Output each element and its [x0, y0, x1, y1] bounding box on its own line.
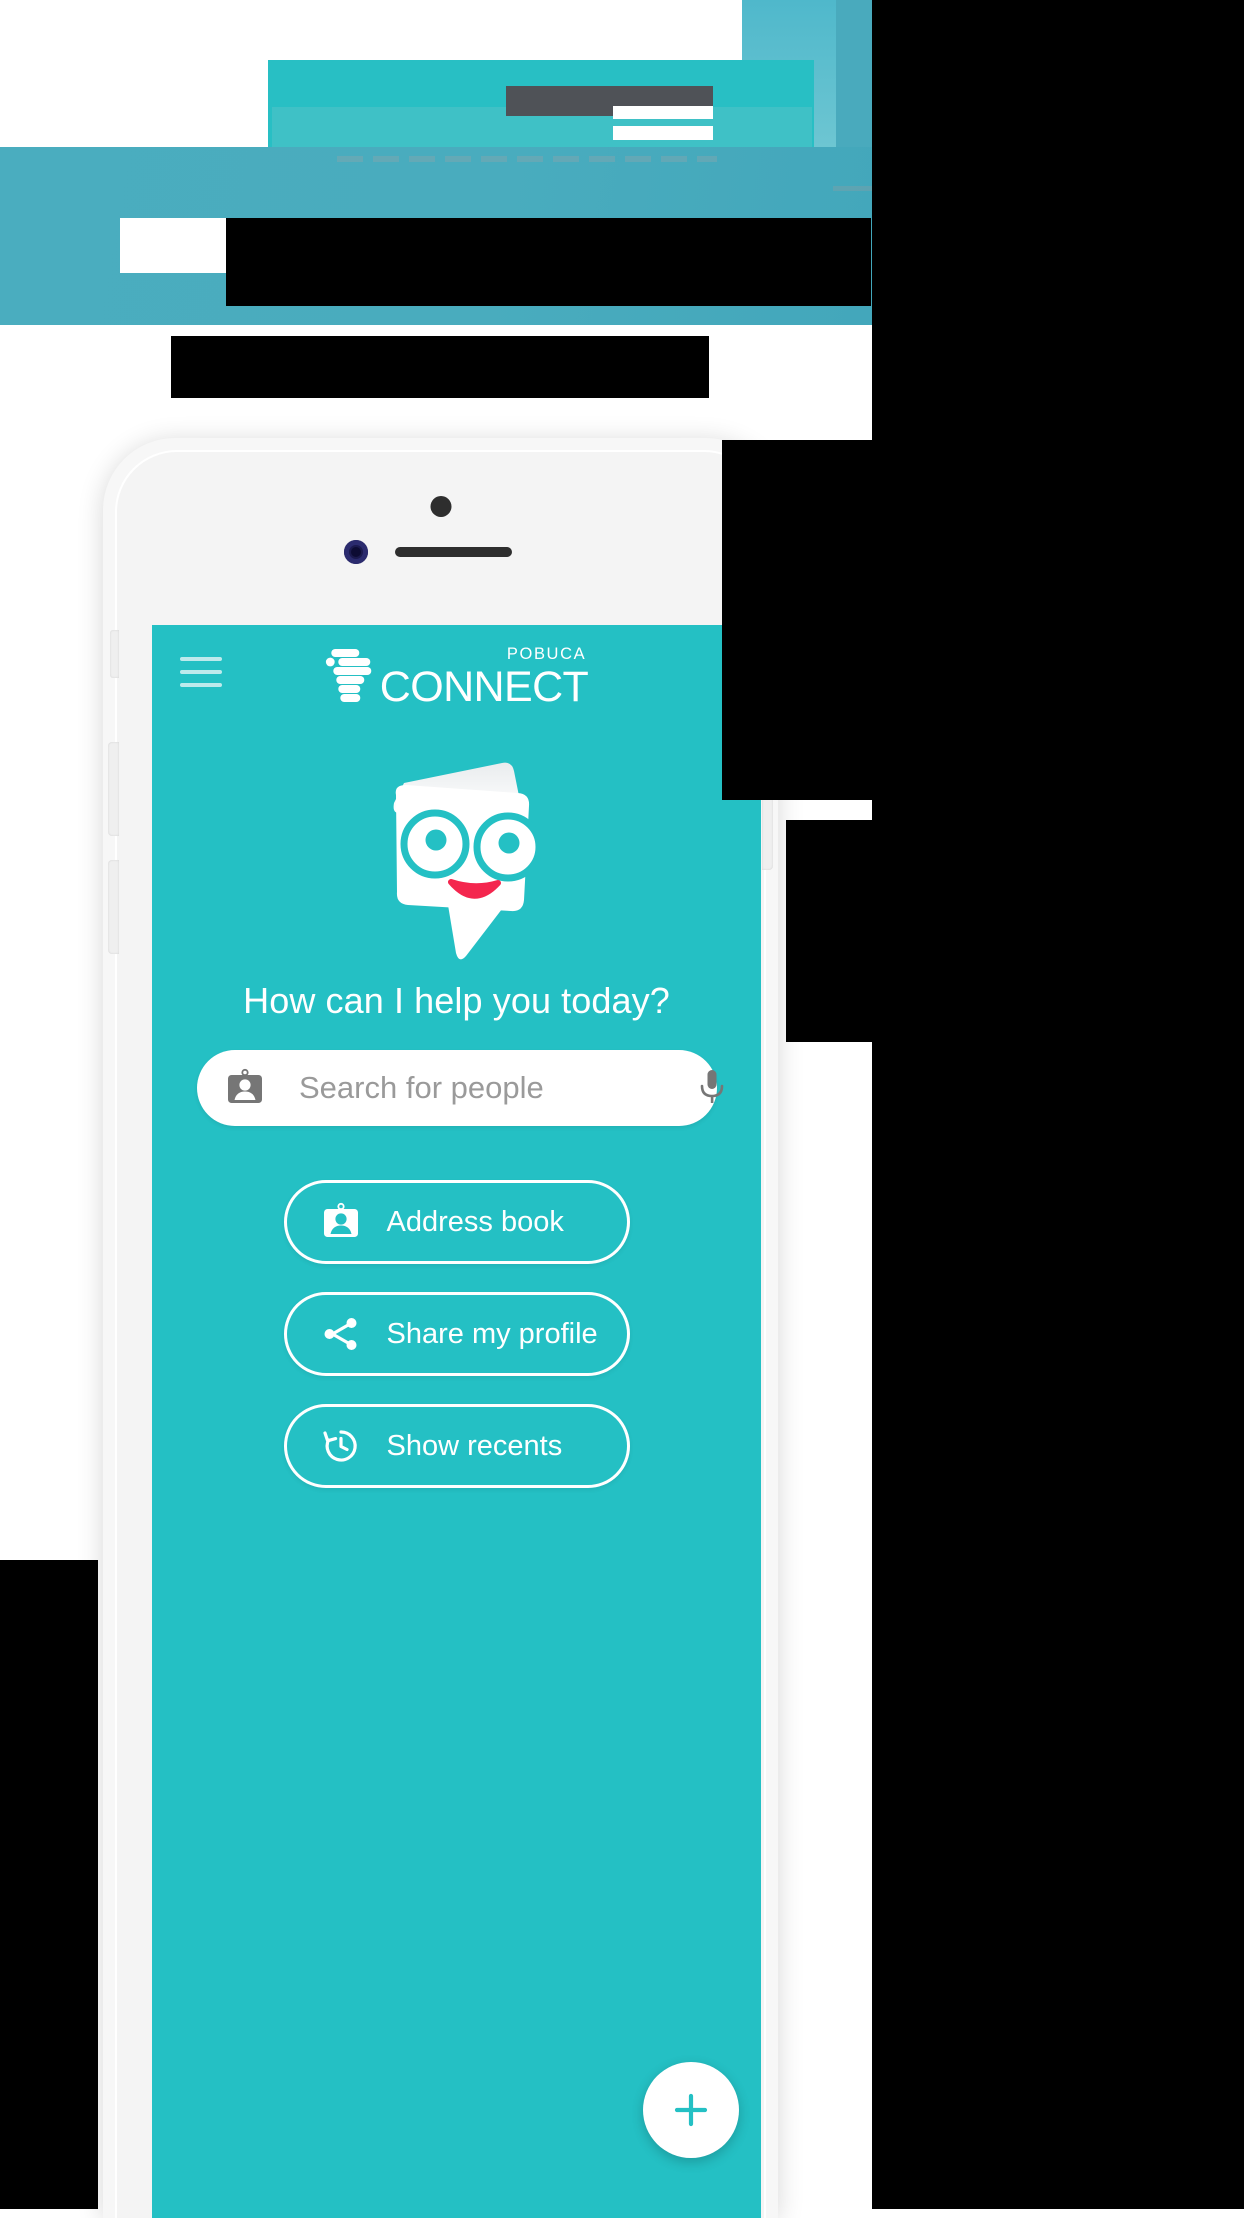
- address-book-button[interactable]: Address book: [283, 1180, 630, 1264]
- app-logo: POBUCA CONNECT: [325, 645, 589, 711]
- brand-title: CONNECT: [379, 663, 589, 711]
- share-my-profile-button[interactable]: Share my profile: [283, 1292, 630, 1376]
- phone-bezel: POBUCA CONNECT How can I help you today?…: [108, 450, 773, 2218]
- contact-card-icon: [321, 1202, 361, 1242]
- hero-subtext-placeholder: [337, 156, 717, 162]
- quick-actions: Address book Share my profile Show recen…: [152, 1180, 761, 1516]
- contact-card-icon: [225, 1068, 265, 1108]
- pobuca-bot-face-icon: [393, 762, 542, 960]
- pobuca-stack-logo-icon: [325, 647, 379, 709]
- microphone-icon[interactable]: [698, 1068, 726, 1108]
- hero-headline-redaction-1: [226, 218, 871, 306]
- app-screen: POBUCA CONNECT How can I help you today?…: [152, 625, 761, 2218]
- volume-up-button[interactable]: [108, 742, 119, 836]
- search-input[interactable]: [299, 1070, 698, 1106]
- phone-mockup: POBUCA CONNECT How can I help you today?…: [103, 438, 778, 2218]
- volume-down-button[interactable]: [108, 860, 119, 954]
- brand-subtitle: POBUCA: [506, 645, 587, 663]
- app-header: POBUCA CONNECT: [152, 625, 761, 733]
- history-icon: [321, 1426, 361, 1466]
- action-label: Share my profile: [386, 1317, 598, 1350]
- plus-icon: [674, 2093, 708, 2127]
- share-icon: [321, 1314, 361, 1354]
- action-label: Show recents: [386, 1429, 563, 1462]
- earpiece-speaker-icon: [395, 547, 512, 557]
- redaction-block-right-upper: [722, 440, 882, 800]
- front-camera-icon: [430, 496, 451, 517]
- mascot-container: [152, 757, 761, 962]
- redaction-block-right-column: [872, 0, 1244, 2209]
- hamburger-menu-icon[interactable]: [180, 657, 222, 687]
- hero-white-bar-2: [613, 126, 713, 140]
- redaction-block-left-lower: [0, 1560, 98, 2209]
- hero-headline-redaction-2: [171, 336, 709, 398]
- show-recents-button[interactable]: Show recents: [283, 1404, 630, 1488]
- mute-switch-button[interactable]: [110, 630, 119, 678]
- redaction-block-right-mid: [786, 820, 882, 1042]
- page-title: How can I help you today?: [243, 980, 670, 1021]
- action-label: Address book: [386, 1205, 564, 1238]
- hero-white-bar-1: [613, 106, 713, 119]
- add-contact-fab[interactable]: [643, 2062, 739, 2158]
- proximity-sensor-icon: [344, 540, 368, 564]
- search-bar[interactable]: [197, 1050, 724, 1126]
- hero-white-gap: [120, 218, 230, 273]
